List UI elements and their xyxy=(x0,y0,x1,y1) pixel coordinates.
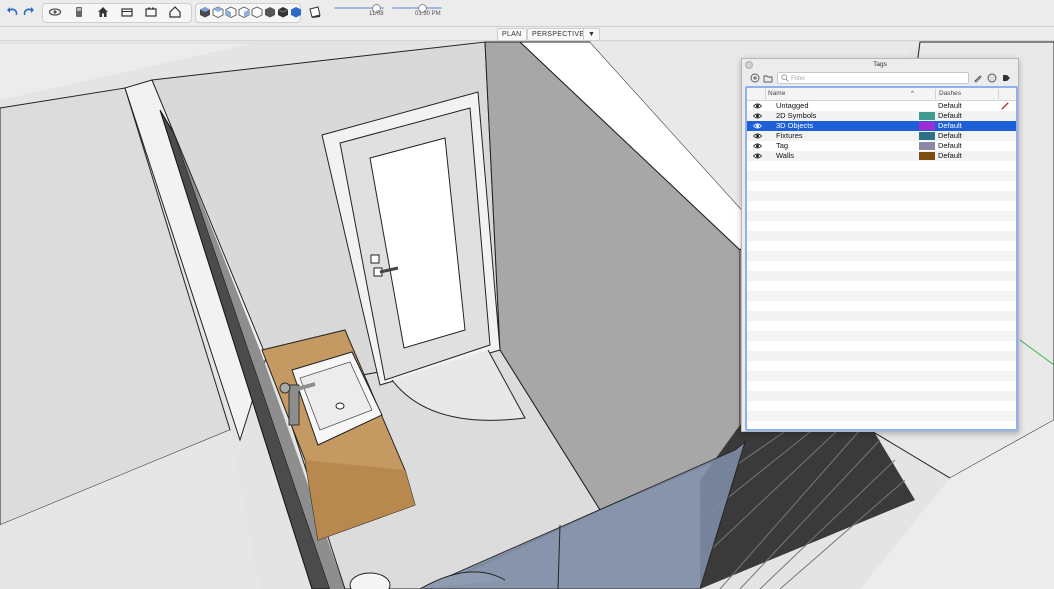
tag-color-swatch[interactable] xyxy=(919,122,935,130)
tag-row[interactable]: 2D Symbols Default xyxy=(747,111,1016,121)
empty-row xyxy=(747,291,1016,301)
add-tag-folder-icon[interactable] xyxy=(762,72,773,83)
orbit-icon[interactable] xyxy=(46,4,64,20)
empty-row xyxy=(747,391,1016,401)
panel-title: Tags xyxy=(873,61,887,68)
empty-row xyxy=(747,371,1016,381)
dashes-column-header[interactable]: Dashes xyxy=(939,88,961,100)
empty-row xyxy=(747,191,1016,201)
filter-input[interactable] xyxy=(791,73,961,83)
tags-table-header: Name ^ Dashes xyxy=(747,88,1016,101)
camera-icon[interactable] xyxy=(118,4,136,20)
tag-name[interactable]: Untagged xyxy=(776,101,809,111)
shadow-date-label: 11/08 xyxy=(369,11,384,17)
empty-row xyxy=(747,361,1016,371)
empty-row xyxy=(747,251,1016,261)
empty-row xyxy=(747,311,1016,321)
tags-table: Name ^ Dashes Untagged Default 2D Symbols D… xyxy=(745,86,1018,431)
tag-dashes-value[interactable]: Default xyxy=(938,111,962,121)
empty-row xyxy=(747,231,1016,241)
tag-color-swatch[interactable] xyxy=(919,142,935,150)
style-icon[interactable] xyxy=(306,4,324,20)
tag-dashes-value[interactable]: Default xyxy=(938,121,962,131)
visibility-eye-icon[interactable] xyxy=(753,122,762,130)
empty-row xyxy=(747,401,1016,411)
layers-icon[interactable] xyxy=(70,4,88,20)
scene-tabs-bar: PLAN PERSPECTIVE ▼ xyxy=(0,27,1054,41)
empty-row xyxy=(747,171,1016,181)
tag-name[interactable]: 2D Symbols xyxy=(776,111,816,121)
tag-row[interactable]: Fixtures Default xyxy=(747,131,1016,141)
tab-perspective[interactable]: PERSPECTIVE xyxy=(527,28,590,41)
redo-icon[interactable] xyxy=(19,4,37,20)
tag-color-swatch[interactable] xyxy=(919,112,935,120)
empty-row xyxy=(747,351,1016,361)
visibility-eye-icon[interactable] xyxy=(753,152,762,160)
shadow-time-label: 01:30 PM xyxy=(415,11,441,17)
name-column-header[interactable]: Name xyxy=(768,88,785,100)
tab-plan[interactable]: PLAN xyxy=(497,28,527,41)
empty-row xyxy=(747,301,1016,311)
tag-color-swatch[interactable] xyxy=(919,132,935,140)
tag-name[interactable]: Walls xyxy=(776,151,794,161)
visibility-eye-icon[interactable] xyxy=(753,132,762,140)
wireframe-view-icon[interactable] xyxy=(287,4,305,20)
empty-row xyxy=(747,201,1016,211)
tag-name[interactable]: 3D Objects xyxy=(776,121,813,131)
empty-row xyxy=(747,331,1016,341)
tag-dashes-value[interactable]: Default xyxy=(938,141,962,151)
color-by-tag-icon[interactable] xyxy=(972,72,983,83)
empty-row xyxy=(747,411,1016,421)
active-tag-pencil-icon[interactable] xyxy=(1001,102,1009,110)
tag-name[interactable]: Fixtures xyxy=(776,131,803,141)
empty-row xyxy=(747,341,1016,351)
purge-tags-icon[interactable] xyxy=(986,72,997,83)
shadow-time-slider[interactable] xyxy=(392,7,442,9)
empty-row xyxy=(747,421,1016,429)
visibility-eye-icon[interactable] xyxy=(753,112,762,120)
empty-row xyxy=(747,211,1016,221)
tag-name[interactable]: Tag xyxy=(776,141,788,151)
house-outline-icon[interactable] xyxy=(166,4,184,20)
tag-dashes-value[interactable]: Default xyxy=(938,101,962,111)
tag-color-swatch[interactable] xyxy=(919,152,935,160)
tag-row[interactable]: 3D Objects Default xyxy=(747,121,1016,131)
tag-row[interactable]: Tag Default xyxy=(747,141,1016,151)
visibility-eye-icon[interactable] xyxy=(753,102,762,110)
empty-row xyxy=(747,321,1016,331)
empty-row xyxy=(747,281,1016,291)
tag-dashes-value[interactable]: Default xyxy=(938,131,962,141)
sort-indicator-icon: ^ xyxy=(911,90,915,97)
home-icon[interactable] xyxy=(94,4,112,20)
tag-row[interactable]: Untagged Default xyxy=(747,101,1016,111)
empty-row xyxy=(747,261,1016,271)
visibility-eye-icon[interactable] xyxy=(753,142,762,150)
tag-dashes-value[interactable]: Default xyxy=(938,151,962,161)
search-icon xyxy=(781,74,789,82)
main-toolbar: 11/08 01:30 PM xyxy=(0,0,1054,27)
filter-field[interactable] xyxy=(777,72,969,84)
details-arrow-icon[interactable] xyxy=(1000,72,1011,83)
add-tag-icon[interactable] xyxy=(749,72,760,83)
empty-row xyxy=(747,241,1016,251)
tag-row[interactable]: Walls Default xyxy=(747,151,1016,161)
empty-row xyxy=(747,181,1016,191)
tags-panel: Tags Name ^ Dashes UntaggedD xyxy=(741,58,1019,432)
camera-alt-icon[interactable] xyxy=(142,4,160,20)
empty-row xyxy=(747,161,1016,171)
empty-row xyxy=(747,271,1016,281)
empty-row xyxy=(747,221,1016,231)
empty-row xyxy=(747,381,1016,391)
scene-tabs-dropdown[interactable]: ▼ xyxy=(583,28,601,41)
tags-toolbar xyxy=(742,71,1018,85)
